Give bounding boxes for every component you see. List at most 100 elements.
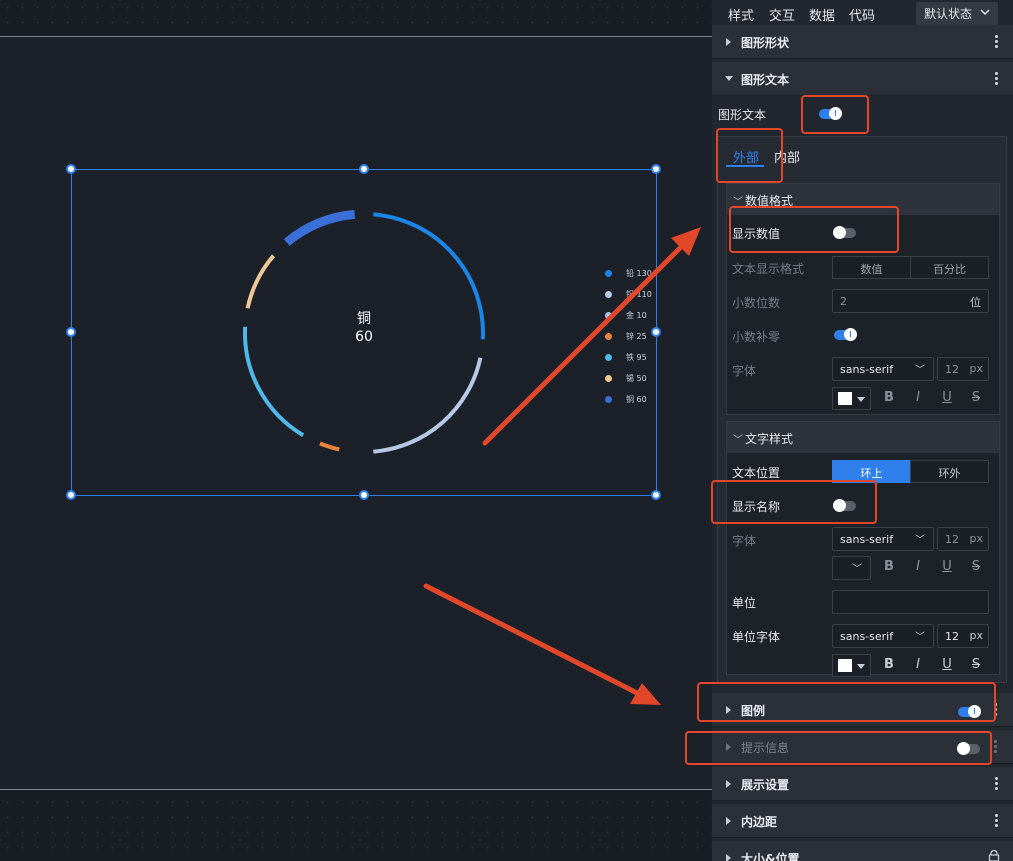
unit-font-size-input[interactable]: 12 px	[937, 624, 989, 648]
chevron-down-icon: ﹀	[733, 435, 743, 446]
text-style-header[interactable]: ﹀ 文字样式	[727, 422, 999, 453]
legend-dot-icon	[605, 354, 612, 361]
value-font-size-input[interactable]: 12 px	[937, 357, 989, 381]
annotation-box-tooltip	[685, 731, 992, 765]
legend-label: 锌 25	[626, 332, 647, 341]
italic-button[interactable]: I	[909, 559, 927, 574]
pad-zero-toggle[interactable]	[834, 328, 857, 341]
caret-down-icon	[725, 76, 733, 81]
section-title: 大小&位置	[741, 852, 800, 861]
panel-tabbar: 样式 交互 数据 代码 默认状态	[712, 0, 1013, 29]
section-graphic-text[interactable]: 图形文本	[712, 62, 1013, 96]
legend-label: 铅 130	[626, 269, 652, 278]
lock-icon[interactable]	[988, 850, 1000, 861]
italic-button[interactable]: I	[909, 657, 927, 672]
unit-input[interactable]	[832, 590, 989, 614]
underline-button[interactable]: U	[938, 559, 956, 574]
value-font-size: 12	[945, 363, 959, 376]
strikethrough-button[interactable]: S	[967, 559, 985, 574]
legend-item[interactable]: 铁 95	[605, 347, 665, 368]
text-font-family: sans-serif	[840, 533, 894, 546]
legend-dot-icon	[605, 312, 612, 319]
legend-label: 锡 50	[626, 374, 647, 383]
section-title: 内边距	[741, 815, 778, 829]
chart-legend: 铅 130 铝 110 金 10 锌 25 铁 95 锡 50 铜 60	[605, 263, 665, 410]
more-icon[interactable]	[994, 740, 997, 754]
display-format-label: 文本显示格式	[732, 262, 805, 276]
more-icon[interactable]	[995, 72, 998, 86]
donut-center-value: 60	[355, 329, 373, 345]
caret-right-icon	[726, 780, 731, 788]
text-font-family-select[interactable]: sans-serif ﹀	[832, 527, 934, 551]
donut-slice[interactable]	[243, 326, 305, 437]
value-color-picker[interactable]	[832, 387, 871, 410]
text-color-picker[interactable]: ﹀	[832, 556, 871, 580]
decimals-label: 小数位数	[732, 296, 781, 310]
more-icon[interactable]	[995, 35, 998, 49]
annotation-box-show-value	[729, 206, 899, 253]
pad-zero-label: 小数补零	[732, 330, 781, 344]
legend-item[interactable]: 金 10	[605, 305, 665, 326]
legend-dot-icon	[605, 375, 612, 382]
status-select[interactable]: 默认状态	[916, 2, 998, 25]
underline-button[interactable]: U	[938, 390, 956, 405]
legend-item[interactable]: 铝 110	[605, 284, 665, 305]
strikethrough-button[interactable]: S	[967, 657, 985, 672]
legend-dot-icon	[605, 396, 612, 403]
more-icon[interactable]	[995, 814, 998, 828]
section-graphic-shape[interactable]: 图形形状	[712, 25, 1013, 59]
legend-item[interactable]: 铅 130	[605, 263, 665, 284]
legend-label: 铁 95	[626, 353, 647, 362]
donut-slice[interactable]	[319, 441, 340, 452]
legend-item[interactable]: 铜 60	[605, 389, 665, 410]
donut-slice[interactable]	[245, 254, 276, 309]
donut-slice[interactable]	[373, 357, 483, 454]
annotation-box-graphic-text-toggle	[801, 95, 869, 134]
strikethrough-button[interactable]: S	[967, 390, 985, 405]
section-size-position[interactable]: 大小&位置	[712, 841, 1013, 861]
unit-font-unit: px	[969, 629, 984, 642]
decimals-input[interactable]: 2 位	[832, 289, 989, 313]
chevron-down-icon: ﹀	[915, 365, 925, 376]
format-option-number[interactable]: 数值	[832, 256, 911, 279]
legend-item[interactable]: 锡 50	[605, 368, 665, 389]
donut-chart[interactable]	[0, 0, 712, 861]
graphic-text-toggle-label: 图形文本	[718, 108, 767, 122]
bold-button[interactable]: B	[880, 559, 898, 574]
section-padding[interactable]: 内边距	[712, 804, 1013, 838]
unit-color-picker[interactable]	[832, 654, 871, 677]
bold-button[interactable]: B	[880, 657, 898, 672]
decimals-value: 2	[840, 295, 847, 308]
tab-data[interactable]: 数据	[809, 5, 835, 24]
tab-code[interactable]: 代码	[849, 5, 875, 24]
decimals-unit: 位	[970, 296, 981, 309]
underline-button[interactable]: U	[938, 657, 956, 672]
value-font-family-select[interactable]: sans-serif ﹀	[832, 357, 934, 381]
donut-slice[interactable]	[283, 209, 356, 246]
annotation-box-legend	[697, 682, 996, 722]
position-option-outside[interactable]: 环外	[910, 460, 989, 483]
text-font-size: 12	[945, 533, 959, 546]
design-canvas[interactable]: 铜 60 铅 130 铝 110 金 10 锌 25 铁 95 锡 50 铜 60	[0, 0, 712, 861]
caret-right-icon	[726, 817, 731, 825]
editor-root: 铜 60 铅 130 铝 110 金 10 锌 25 铁 95 锡 50 铜 60 样式 交…	[0, 0, 1013, 861]
tab-style[interactable]: 样式	[728, 5, 754, 24]
legend-dot-icon	[605, 333, 612, 340]
text-style-group: ﹀ 文字样式 文本位置 环上 环外 显示名称 字体 sans-serif ﹀ 1…	[726, 421, 1000, 677]
tab-interaction[interactable]: 交互	[769, 5, 795, 24]
unit-font-family-select[interactable]: sans-serif ﹀	[832, 624, 934, 648]
italic-button[interactable]: I	[909, 390, 927, 405]
annotation-box-outer-tab	[716, 128, 783, 183]
value-font-family: sans-serif	[840, 363, 894, 376]
section-title: 展示设置	[741, 778, 790, 792]
text-font-size-input[interactable]: 12 px	[937, 527, 989, 551]
chevron-down-icon: ﹀	[915, 632, 925, 643]
legend-item[interactable]: 锌 25	[605, 326, 665, 347]
section-title: 图形形状	[741, 36, 790, 50]
section-display-settings[interactable]: 展示设置	[712, 767, 1013, 801]
bold-button[interactable]: B	[880, 390, 898, 405]
value-font-label: 字体	[732, 364, 757, 378]
format-option-percent[interactable]: 百分比	[910, 256, 989, 279]
text-font-label: 字体	[732, 534, 757, 548]
more-icon[interactable]	[995, 777, 998, 791]
